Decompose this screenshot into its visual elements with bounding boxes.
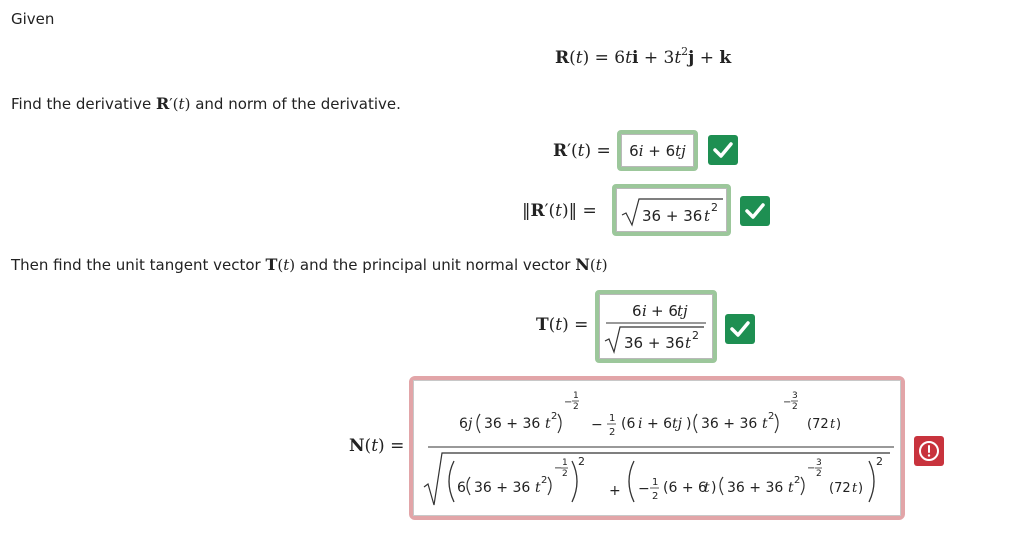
svg-text:−: − — [591, 417, 603, 433]
svg-text:(72: (72 — [829, 481, 851, 496]
svg-text:+ 6: + 6 — [651, 302, 678, 320]
normal-answer-value: 6 j 36 + 36 t 2 − 1 2 − 1 2 (6 i + 6 tj … — [413, 380, 901, 516]
tangent-label: T(t) = — [536, 315, 589, 335]
svg-text:36 + 36: 36 + 36 — [484, 416, 540, 432]
derivative-check-icon — [708, 135, 738, 165]
derivative-prompt: Find the derivative R′(t) and norm of th… — [11, 94, 401, 113]
normal-label: N(t) = — [349, 436, 405, 456]
svg-text:): ) — [836, 417, 841, 432]
svg-text:−: − — [783, 397, 791, 408]
svg-text:2: 2 — [551, 411, 557, 422]
svg-text:2: 2 — [794, 475, 800, 486]
norm-answer-field[interactable]: 36 + 36 t 2 — [612, 184, 731, 236]
derivative-answer-field[interactable]: 6i + 6 tj — [617, 130, 698, 171]
svg-text:(6 + 6: (6 + 6 — [663, 480, 707, 496]
svg-text:): ) — [858, 481, 863, 496]
svg-text:): ) — [711, 480, 716, 496]
svg-text:2: 2 — [562, 469, 568, 479]
svg-text:1: 1 — [562, 458, 568, 468]
svg-text:1: 1 — [609, 413, 615, 424]
svg-text:tj: tj — [677, 302, 688, 320]
svg-text:(6: (6 — [621, 416, 635, 432]
svg-text:+: + — [609, 483, 621, 499]
svg-text:36 + 36: 36 + 36 — [474, 480, 530, 496]
sqrt-icon: 36 + 36 t 2 — [621, 198, 723, 227]
norm-answer-value: 36 + 36 t 2 — [616, 188, 727, 232]
tangent-check-icon — [725, 314, 755, 344]
svg-text:i: i — [642, 302, 647, 320]
svg-text:2: 2 — [711, 201, 718, 214]
svg-text:2: 2 — [792, 402, 798, 412]
svg-text:36 + 36: 36 + 36 — [624, 334, 684, 352]
norm-check-icon — [740, 196, 770, 226]
svg-text:−: − — [807, 463, 815, 474]
svg-text:6: 6 — [459, 416, 468, 432]
svg-text:i: i — [638, 416, 642, 432]
svg-text:2: 2 — [876, 455, 883, 468]
svg-text:2: 2 — [652, 491, 658, 502]
svg-text:2: 2 — [541, 475, 547, 486]
tangent-answer-value: 6 i + 6 tj 36 + 36 t 2 — [599, 294, 713, 359]
r-definition: R(t) = 6ti + 3t2j + k — [555, 45, 732, 68]
svg-text:+ 6: + 6 — [647, 416, 672, 432]
norm-label: ‖R′(t)‖ = — [522, 201, 597, 221]
tangent-normal-prompt: Then find the unit tangent vector T(t) a… — [11, 255, 608, 274]
svg-text:−: − — [564, 397, 572, 408]
svg-text:3: 3 — [816, 458, 822, 468]
alert-circle-icon — [919, 441, 939, 461]
given-label: Given — [11, 10, 55, 28]
normal-answer-field[interactable]: 6 j 36 + 36 t 2 − 1 2 − 1 2 (6 i + 6 tj … — [409, 376, 905, 520]
svg-text:(72: (72 — [807, 417, 829, 432]
svg-text:1: 1 — [573, 391, 579, 401]
svg-text:t: t — [704, 207, 711, 225]
derivative-answer-value: 6i + 6 tj — [621, 134, 694, 167]
svg-text:2: 2 — [816, 469, 822, 479]
svg-text:2: 2 — [692, 329, 699, 342]
svg-text:2: 2 — [609, 427, 615, 438]
svg-text:36 + 36: 36 + 36 — [727, 480, 783, 496]
svg-text:36 + 36: 36 + 36 — [642, 207, 702, 225]
svg-text:t: t — [704, 480, 710, 496]
derivative-label: R′(t) = — [553, 141, 611, 161]
svg-text:6: 6 — [457, 480, 466, 496]
svg-text:tj: tj — [672, 416, 683, 432]
svg-text:−: − — [638, 481, 650, 497]
svg-text:36 + 36: 36 + 36 — [701, 416, 757, 432]
svg-text:2: 2 — [573, 402, 579, 412]
svg-text:2: 2 — [768, 411, 774, 422]
svg-text:3: 3 — [792, 391, 798, 401]
svg-text:6: 6 — [632, 302, 642, 320]
svg-text:): ) — [686, 416, 691, 432]
normal-incorrect-icon — [914, 436, 944, 466]
svg-text:1: 1 — [652, 477, 658, 488]
svg-text:t: t — [685, 334, 692, 352]
svg-text:2: 2 — [578, 455, 585, 468]
tangent-answer-field[interactable]: 6 i + 6 tj 36 + 36 t 2 — [595, 290, 717, 363]
